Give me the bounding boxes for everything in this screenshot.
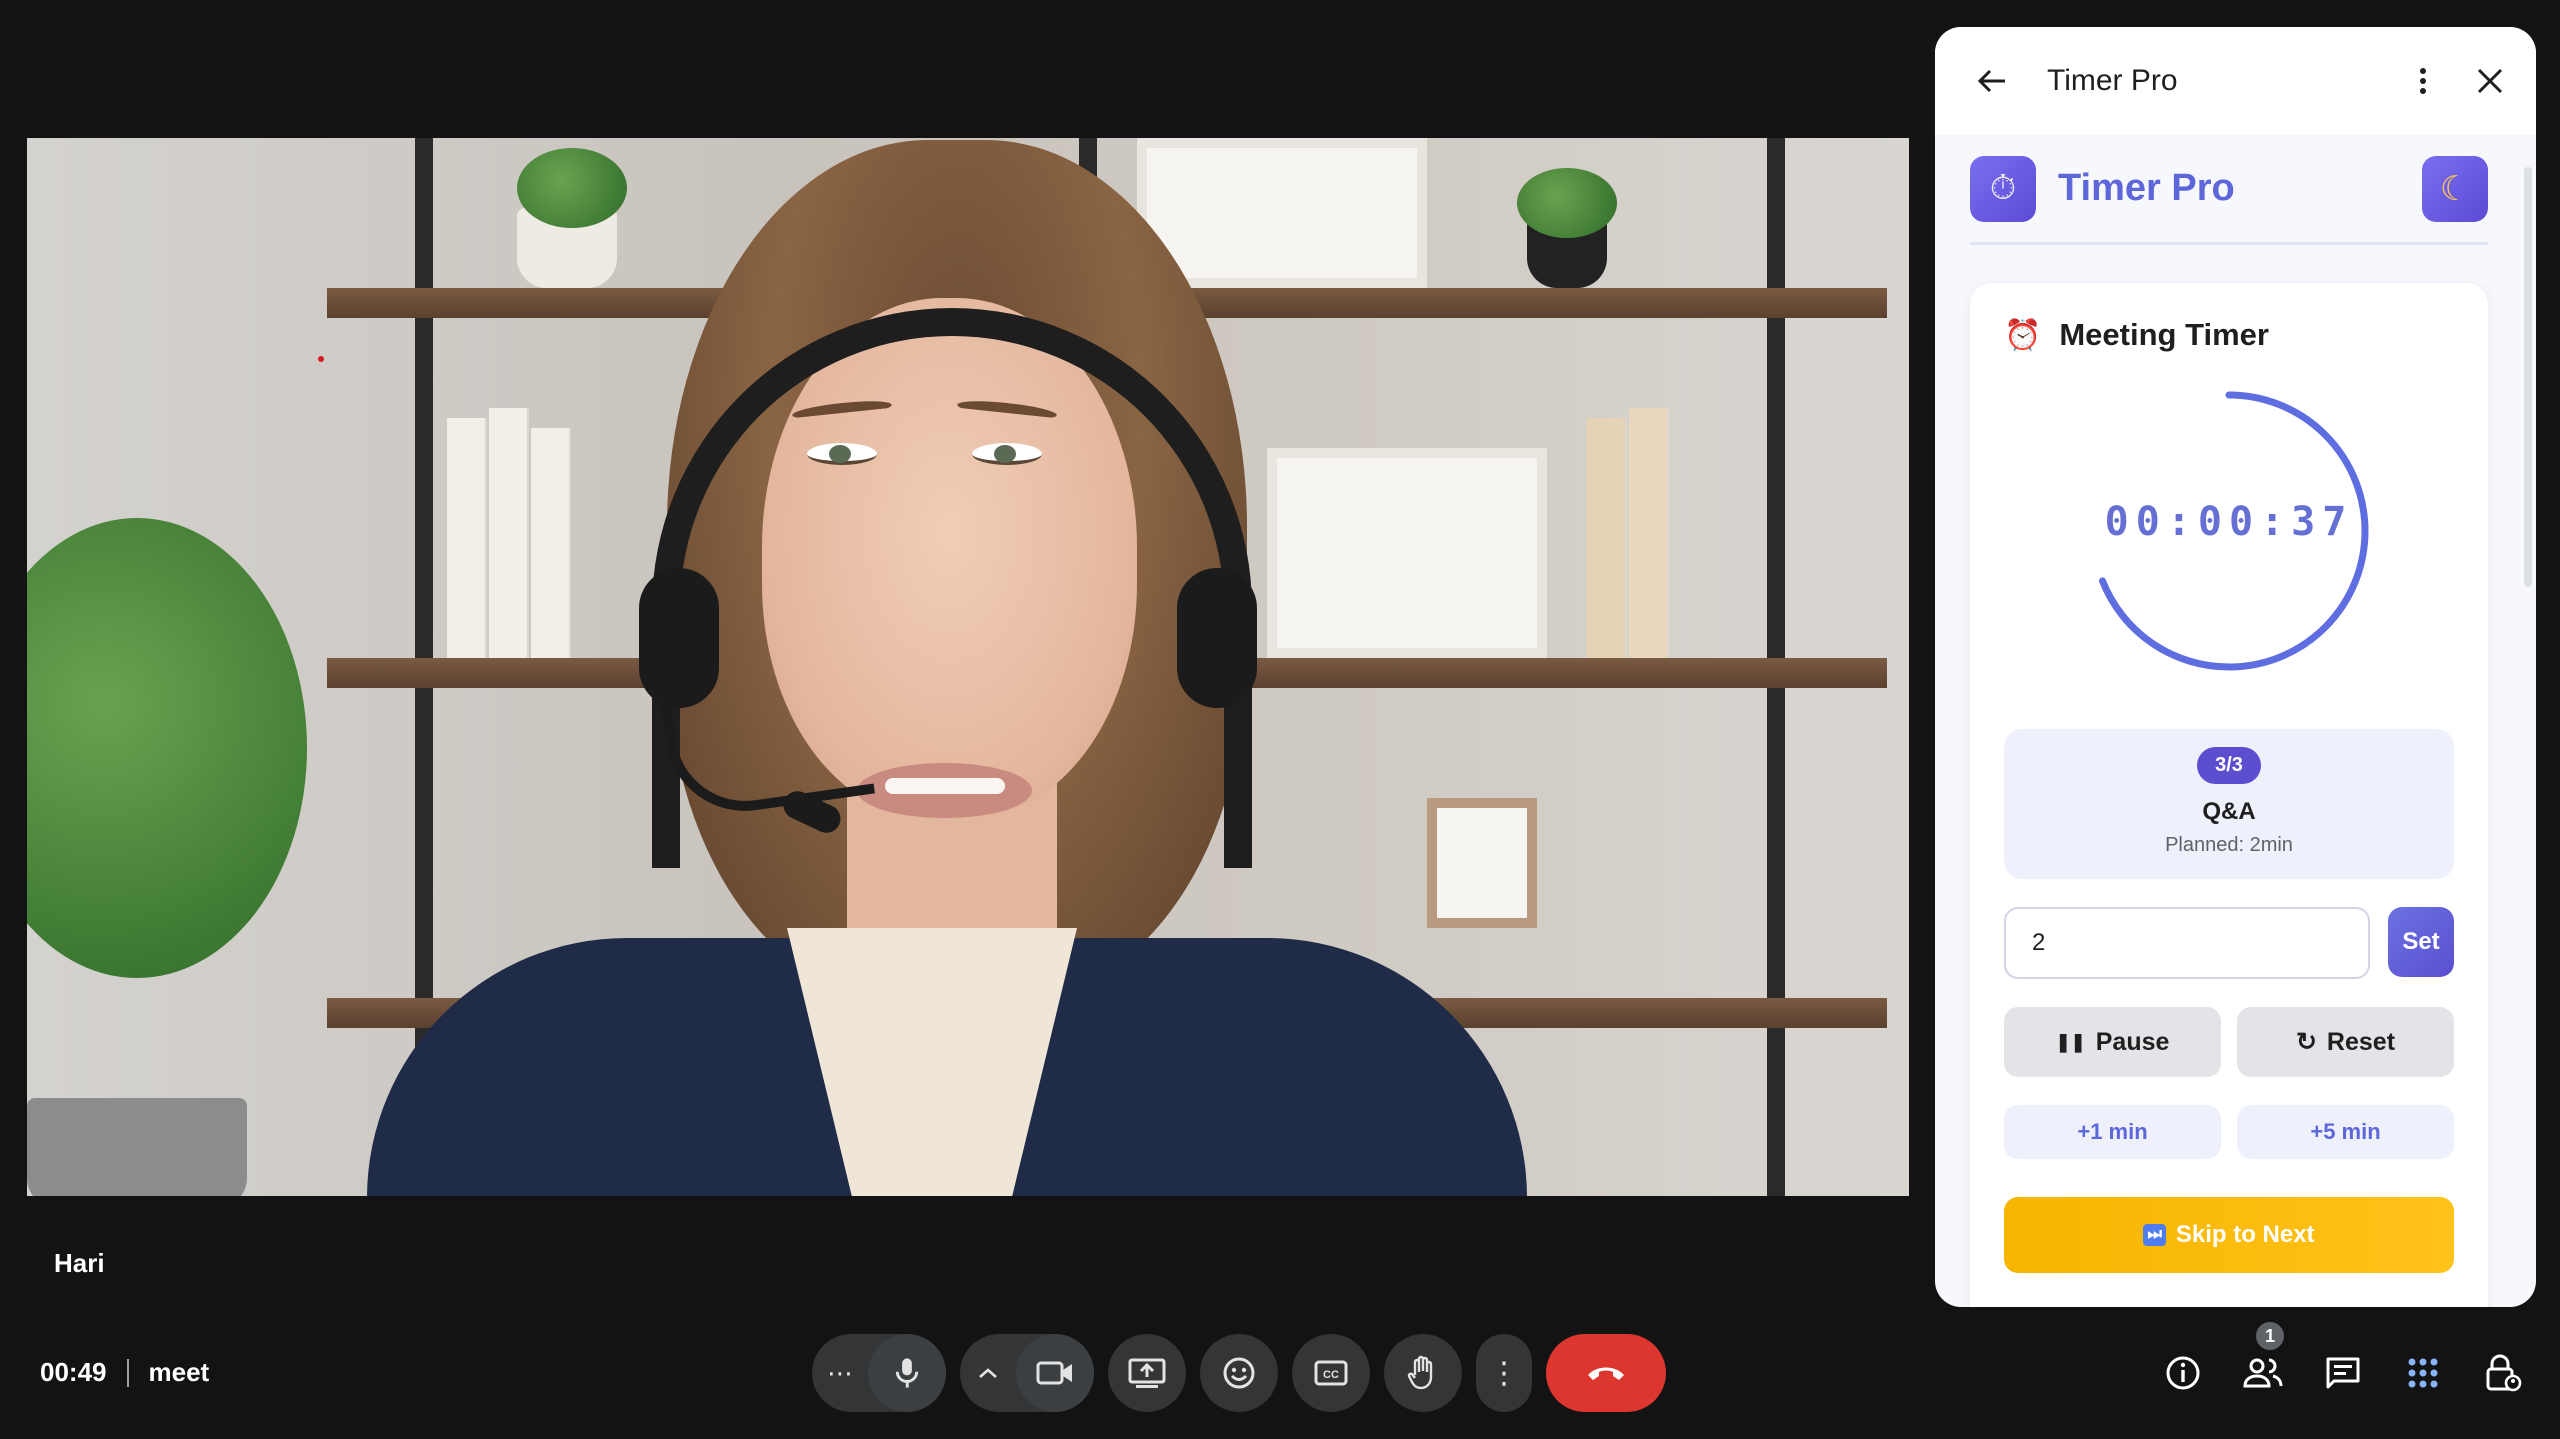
agenda-planned-time: Planned: 2min [2165,834,2293,856]
reactions-button[interactable] [1200,1334,1278,1412]
reset-label: Reset [2326,1027,2396,1056]
chat-icon [2326,1357,2360,1389]
participant-name: Hari [54,1248,105,1278]
moon-icon: ☾ [2439,169,2471,208]
panel-body: ⏱ Timer Pro ☾ ⏰ Meeting Timer 00:00:37 3… [1935,135,2536,1307]
divider [126,1358,129,1387]
book [1587,418,1627,658]
timer-display: 00:00:37 [2104,499,2354,545]
plant-pot [27,1098,247,1196]
participant-video [27,138,1909,1196]
audio-control-group: ⋯ [812,1334,946,1412]
more-vert-icon[interactable] [2406,64,2440,98]
call-controls: ⋯ CC ⋮ [812,1334,1666,1412]
host-controls-button[interactable] [2475,1345,2531,1401]
people-button[interactable]: 1 [2235,1319,2291,1401]
set-button[interactable]: Set [2388,907,2454,977]
emoji-icon [1223,1357,1255,1389]
captions-button[interactable]: CC [1292,1334,1370,1412]
present-screen-button[interactable] [1108,1334,1186,1412]
panel-scrollbar[interactable] [2524,167,2532,587]
skip-next-icon: ⏭ [2143,1224,2166,1246]
raise-hand-icon [1407,1355,1433,1390]
app-header: ⏱ Timer Pro ☾ [1970,135,2488,245]
pause-button[interactable]: ❚❚ Pause [2004,1007,2221,1077]
back-arrow-icon[interactable] [1975,64,2009,98]
book [531,428,571,658]
right-toolbar: 1 [2155,1319,2531,1401]
reset-icon: ↻ [2295,1028,2317,1056]
add-1-min-button[interactable]: +1 min [2004,1105,2221,1159]
reset-button[interactable]: ↻ Reset [2237,1007,2454,1077]
skip-to-next-button[interactable]: ⏭ Skip to Next [2004,1197,2454,1273]
audio-options-button[interactable]: ⋯ [812,1334,868,1412]
phone-hangup-icon [1588,1367,1624,1380]
people-count-badge: 1 [2253,1319,2287,1353]
meeting-details-button[interactable] [2155,1345,2211,1401]
meeting-info: 00:49 meet [40,1357,209,1388]
picture-frame [1427,798,1537,928]
book [1629,408,1669,658]
more-options-button[interactable]: ⋮ [1476,1334,1532,1412]
book [447,418,487,658]
panel-title: Timer Pro [2047,64,2178,97]
lock-person-icon [2486,1354,2522,1392]
video-control-group [960,1334,1094,1412]
plant [1517,168,1617,238]
timer-side-panel: Timer Pro ⏱ Timer Pro ☾ ⏰ Meeting Timer … [1935,27,2536,1307]
raise-hand-button[interactable] [1384,1334,1462,1412]
meeting-elapsed-time: 00:49 [40,1357,107,1387]
set-minutes-row: Set [2004,907,2454,979]
chevron-up-icon [979,1368,997,1378]
meeting-timer-card: ⏰ Meeting Timer 00:00:37 3/3 Q&A Planned… [1970,283,2488,1307]
pause-icon: ❚❚ [2055,1031,2086,1052]
chat-button[interactable] [2315,1345,2371,1401]
pause-reset-row: ❚❚ Pause ↻ Reset [2004,1007,2454,1077]
camera-button[interactable] [1016,1334,1094,1412]
mic-icon [895,1358,919,1388]
info-icon [2166,1356,2200,1390]
present-icon [1128,1358,1166,1388]
book [489,408,529,658]
dark-mode-toggle[interactable]: ☾ [2422,155,2488,222]
timer-ring: 00:00:37 [2079,381,2379,681]
activities-button[interactable] [2395,1345,2451,1401]
pause-label: Pause [2095,1027,2170,1056]
panel-header: Timer Pro [1935,27,2536,135]
plant [27,518,307,978]
apps-grid-icon [2408,1358,2438,1388]
add-5-min-button[interactable]: +5 min [2237,1105,2454,1159]
meeting-code: meet [148,1357,210,1387]
headset-earcup [1177,568,1257,708]
alarm-clock-icon: ⏰ [2004,318,2042,352]
agenda-item: 3/3 Q&A Planned: 2min [2004,729,2454,879]
add-time-row: +1 min +5 min [2004,1105,2454,1159]
agenda-item-name: Q&A [2202,798,2256,825]
app-name: Timer Pro [2058,167,2235,209]
svg-text:CC: CC [1323,1369,1339,1381]
card-title-text: Meeting Timer [2059,317,2269,352]
microphone-button[interactable] [868,1334,946,1412]
plant [517,148,627,228]
leave-call-button[interactable] [1546,1334,1666,1412]
people-icon [2243,1358,2283,1388]
close-icon[interactable] [2474,65,2506,97]
recording-dot [318,356,324,362]
video-options-button[interactable] [960,1334,1016,1412]
picture-frame [1137,138,1427,288]
card-title: ⏰ Meeting Timer [2004,317,2454,353]
picture-frame [1267,448,1547,658]
minutes-input[interactable] [2004,907,2370,979]
camera-icon [1036,1361,1072,1385]
skip-label: Skip to Next [2175,1221,2315,1248]
stopwatch-icon: ⏱ [1970,155,2036,222]
captions-icon: CC [1314,1360,1348,1386]
agenda-step-badge: 3/3 [2197,747,2261,784]
